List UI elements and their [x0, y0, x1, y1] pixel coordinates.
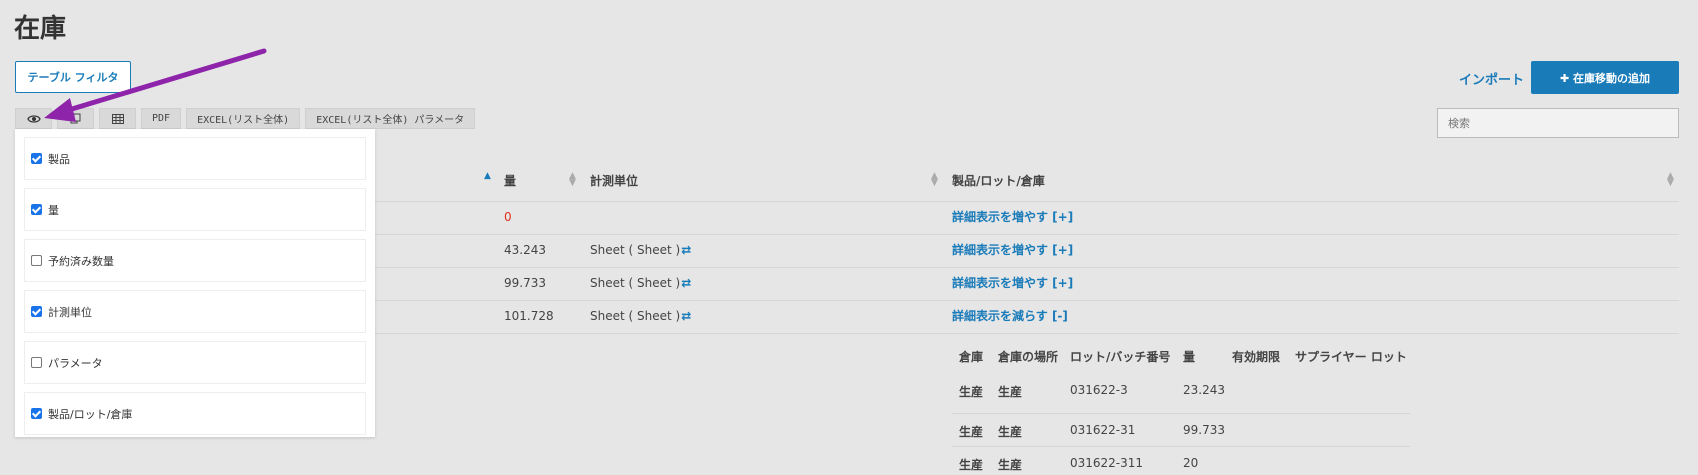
- subtable-quantity: 99.733: [1183, 423, 1225, 437]
- subtable-header-quantity: 量: [1183, 350, 1196, 364]
- sort-icon[interactable]: ▲ ▼: [569, 172, 576, 188]
- column-toggle-parameters[interactable]: パラメータ: [24, 341, 366, 384]
- convert-unit-icon[interactable]: ⇄: [681, 276, 691, 290]
- add-stock-move-button[interactable]: ✚ 在庫移動の追加: [1531, 61, 1679, 94]
- header-unit[interactable]: 計測単位: [590, 172, 638, 189]
- subtable-quantity: 23.243: [1183, 383, 1225, 397]
- show-more-link[interactable]: 詳細表示を増やす [+]: [952, 267, 1073, 300]
- column-toggle-reserved[interactable]: 予約済み数量: [24, 239, 366, 282]
- sort-icon[interactable]: ▲ ▼: [931, 172, 938, 188]
- checkbox[interactable]: [31, 357, 42, 368]
- divider: [345, 333, 1679, 334]
- subtable-header-lot: ロット/バッチ番号: [1070, 350, 1171, 364]
- row-unit-cell: Sheet ( Sheet )⇄: [590, 300, 691, 333]
- subtable-lot: 031622-3: [1070, 383, 1128, 397]
- row-unit: Sheet ( Sheet ): [590, 243, 681, 257]
- row-quantity: 101.728: [504, 309, 554, 323]
- subtable-header-warehouse: 倉庫: [959, 350, 984, 364]
- table-filter-button[interactable]: テーブル フィルタ: [15, 61, 131, 93]
- subtable-location: 生産: [998, 458, 1023, 472]
- subtable-quantity: 20: [1183, 456, 1199, 470]
- column-toggle-label: パラメータ: [48, 356, 103, 370]
- checkbox[interactable]: [31, 153, 42, 164]
- export-toolbar: PDF EXCEL(リスト全体) EXCEL(リスト全体) パラメータ: [15, 108, 476, 129]
- divider: [952, 413, 1410, 414]
- checkbox[interactable]: [31, 255, 42, 266]
- import-link[interactable]: インポート: [1459, 69, 1524, 88]
- subtable-location: 生産: [998, 425, 1023, 439]
- convert-unit-icon[interactable]: ⇄: [681, 309, 691, 323]
- column-toggle-label: 製品/ロット/倉庫: [48, 407, 133, 421]
- subtable-header-location: 倉庫の場所: [998, 350, 1059, 364]
- eye-icon[interactable]: [15, 108, 52, 129]
- header-quantity[interactable]: 量: [504, 172, 516, 189]
- column-visibility-panel: 製品 量 予約済み数量 計測単位 パラメータ 製品/ロット/倉庫: [15, 129, 375, 437]
- copy-icon[interactable]: [57, 108, 94, 129]
- column-toggle-unit[interactable]: 計測単位: [24, 290, 366, 333]
- divider: [952, 446, 1410, 447]
- column-toggle-label: 予約済み数量: [48, 254, 114, 268]
- convert-unit-icon[interactable]: ⇄: [681, 243, 691, 257]
- table-icon[interactable]: [99, 108, 136, 129]
- subtable-lot: 031622-31: [1070, 423, 1136, 437]
- subtable-warehouse: 生産: [959, 385, 984, 399]
- row-unit-cell: Sheet ( Sheet )⇄: [590, 234, 691, 267]
- column-toggle-label: 製品: [48, 152, 70, 166]
- row-unit-cell: Sheet ( Sheet )⇄: [590, 267, 691, 300]
- subtable-header-supplier-lot: サプライヤー ロット: [1295, 350, 1407, 364]
- row-quantity: 99.733: [504, 276, 546, 290]
- row-unit: Sheet ( Sheet ): [590, 309, 681, 323]
- sort-asc-icon[interactable]: ▲: [484, 172, 491, 181]
- excel-params-export-button[interactable]: EXCEL(リスト全体) パラメータ: [305, 108, 476, 129]
- row-unit: Sheet ( Sheet ): [590, 276, 681, 290]
- column-toggle-product[interactable]: 製品: [24, 137, 366, 180]
- header-product-lot-warehouse[interactable]: 製品/ロット/倉庫: [952, 172, 1045, 189]
- column-toggle-quantity[interactable]: 量: [24, 188, 366, 231]
- excel-export-button[interactable]: EXCEL(リスト全体): [186, 108, 301, 129]
- column-toggle-label: 量: [48, 203, 59, 217]
- sort-icon[interactable]: ▲ ▼: [1667, 172, 1674, 188]
- subtable-warehouse: 生産: [959, 458, 984, 472]
- subtable-lot: 031622-311: [1070, 456, 1144, 470]
- subtable-header-expiry: 有効期限: [1232, 350, 1281, 364]
- row-quantity: 43.243: [504, 243, 546, 257]
- show-less-link[interactable]: 詳細表示を減らす [-]: [952, 300, 1068, 333]
- checkbox[interactable]: [31, 306, 42, 317]
- column-toggle-label: 計測単位: [48, 305, 92, 319]
- subtable-warehouse: 生産: [959, 425, 984, 439]
- column-toggle-product-lot-warehouse[interactable]: 製品/ロット/倉庫: [24, 392, 366, 435]
- subtable-location: 生産: [998, 385, 1023, 399]
- show-more-link[interactable]: 詳細表示を増やす [+]: [952, 234, 1073, 267]
- show-more-link[interactable]: 詳細表示を増やす [+]: [952, 201, 1073, 234]
- checkbox[interactable]: [31, 204, 42, 215]
- page-title: 在庫: [14, 14, 67, 44]
- row-quantity: 0: [504, 210, 512, 224]
- pdf-export-button[interactable]: PDF: [141, 108, 182, 129]
- checkbox[interactable]: [31, 408, 42, 419]
- search-input[interactable]: 検索: [1437, 108, 1679, 138]
